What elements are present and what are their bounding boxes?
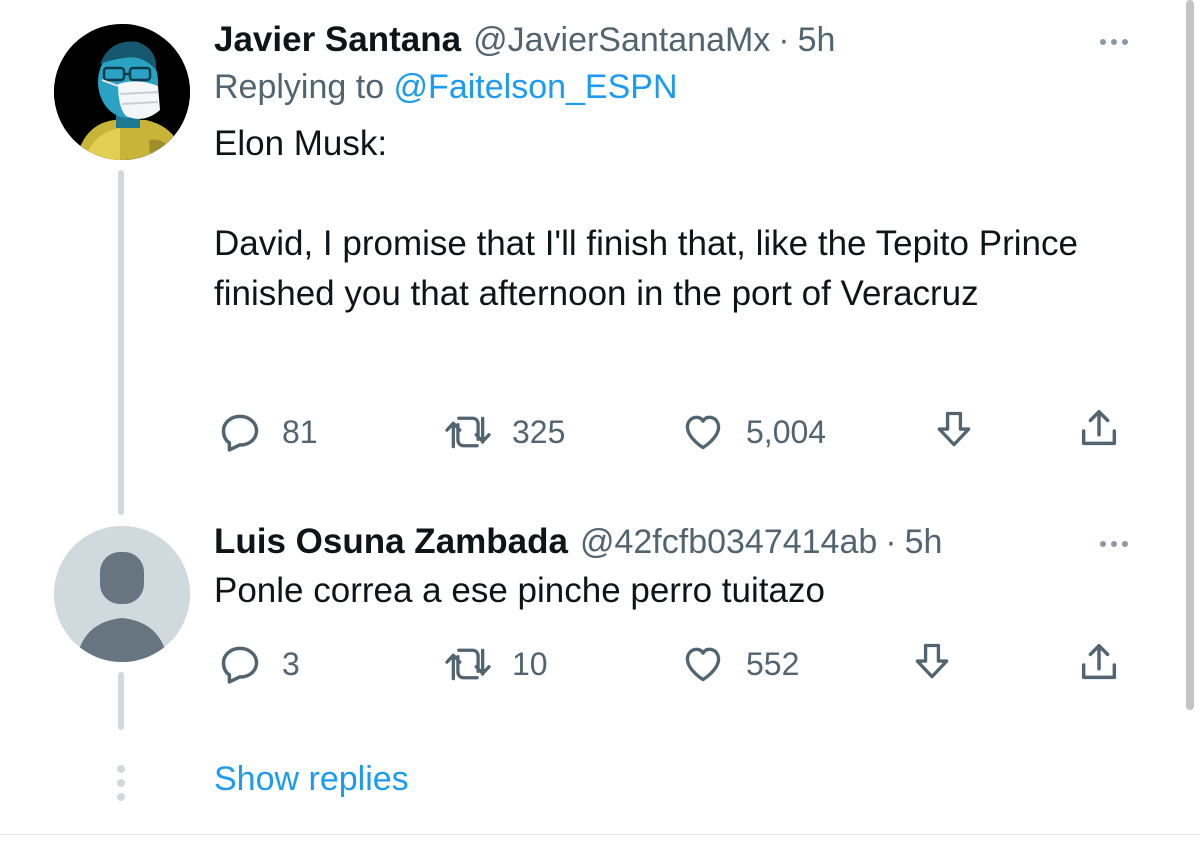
more-options-button[interactable] [1100, 541, 1128, 547]
share-button[interactable] [1076, 406, 1122, 452]
separator-dot: · [778, 21, 790, 59]
author-handle[interactable]: @JavierSantanaMx [473, 21, 770, 60]
thread-dot [117, 793, 125, 801]
retweet-button[interactable]: 10 [444, 642, 548, 686]
tweet-header: Javier Santana @JavierSantanaMx · 5h [214, 20, 1140, 60]
more-options-button[interactable] [1100, 39, 1128, 45]
more-dot-icon [1111, 39, 1117, 45]
author-name[interactable]: Javier Santana [214, 20, 461, 60]
replying-to: Replying to @Faitelson_ESPN [214, 68, 1140, 107]
masked-person-avatar-icon [54, 24, 190, 160]
reply-button[interactable]: 81 [218, 410, 318, 454]
bottom-divider [0, 834, 1200, 835]
thread-line-top [118, 170, 124, 515]
retweet-icon [445, 416, 491, 449]
author-name[interactable]: Luis Osuna Zambada [214, 522, 568, 562]
thread-dot [117, 779, 125, 787]
timestamp[interactable]: 5h [905, 523, 943, 562]
show-replies-link[interactable]: Show replies [214, 760, 409, 799]
tweet-javier[interactable]: Javier Santana @JavierSantanaMx · 5h Rep… [214, 20, 1140, 319]
more-dot-icon [1122, 39, 1128, 45]
avatar-javier[interactable] [54, 24, 190, 160]
share-icon [1081, 644, 1117, 680]
tweet-header: Luis Osuna Zambada @42fcfb0347414ab · 5h [214, 522, 1140, 562]
replying-prefix: Replying to [214, 68, 394, 106]
share-icon [1081, 410, 1117, 446]
like-button[interactable]: 5,004 [680, 410, 826, 454]
reply-icon [221, 646, 259, 684]
thread-continuation-dots-icon [117, 765, 125, 801]
reply-button[interactable]: 3 [218, 642, 300, 686]
retweet-button[interactable]: 325 [444, 410, 565, 454]
like-button[interactable]: 552 [680, 642, 799, 686]
mention-link[interactable]: @Faitelson_ESPN [394, 68, 678, 106]
tweet-actions: 3 10 552 [214, 640, 1134, 690]
thread-dot [117, 765, 125, 773]
tweet-luis[interactable]: Luis Osuna Zambada @42fcfb0347414ab · 5h… [214, 522, 1140, 616]
down-arrow-icon [915, 643, 949, 679]
retweet-count: 325 [512, 413, 566, 450]
down-arrow-icon [937, 411, 971, 447]
avatar-luis[interactable] [54, 526, 190, 662]
reply-icon [221, 414, 259, 452]
share-button[interactable] [1076, 640, 1122, 686]
more-dot-icon [1100, 39, 1106, 45]
like-count: 5,004 [746, 413, 827, 450]
more-dot-icon [1111, 541, 1117, 547]
author-handle[interactable]: @42fcfb0347414ab [580, 523, 877, 562]
reply-count: 81 [282, 413, 318, 450]
scrollbar[interactable] [1186, 0, 1194, 710]
more-dot-icon [1100, 541, 1106, 547]
downvote-button[interactable] [910, 640, 954, 684]
retweet-icon [445, 648, 491, 681]
heart-icon [685, 647, 721, 682]
downvote-button[interactable] [932, 408, 976, 452]
more-dot-icon [1122, 541, 1128, 547]
timestamp[interactable]: 5h [798, 21, 836, 60]
thread-line-bottom [118, 672, 124, 730]
heart-icon [685, 415, 721, 450]
tweet-text: Elon Musk: David, I promise that I'll fi… [214, 124, 1078, 313]
like-count: 552 [746, 645, 800, 682]
retweet-count: 10 [512, 645, 548, 682]
tweet-text: Ponle correa a ese pinche perro tuitazo [214, 571, 825, 610]
reply-count: 3 [282, 645, 300, 682]
tweet-actions: 81 325 5,004 [214, 406, 1134, 456]
separator-dot: · [885, 523, 897, 561]
default-profile-avatar-icon [54, 526, 190, 662]
